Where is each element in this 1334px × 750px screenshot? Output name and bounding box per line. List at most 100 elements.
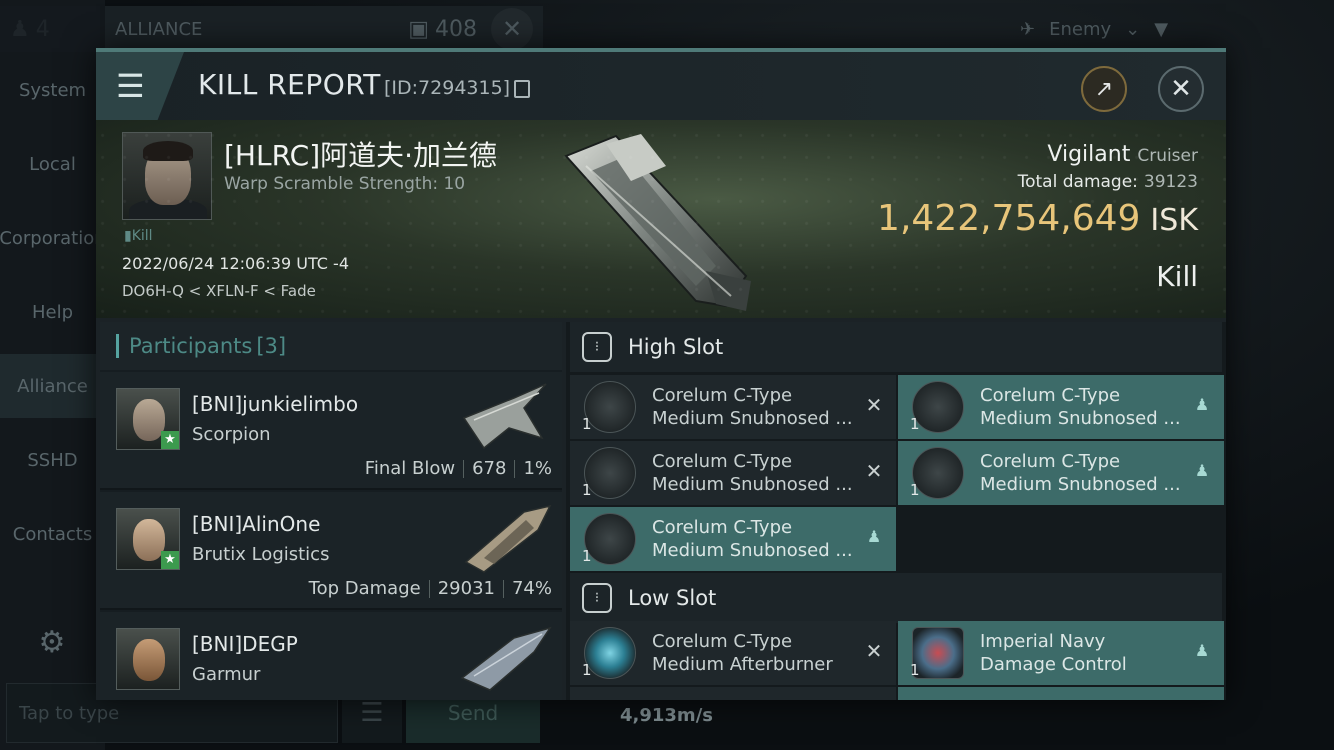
high-slot-header: ⁝ High Slot xyxy=(570,322,1222,372)
total-damage-label: Total damage: xyxy=(1017,172,1138,192)
kill-date: 2022/06/24 12:06:39 UTC -4 xyxy=(122,254,350,273)
sidebar-item-alliance[interactable]: Alliance xyxy=(0,354,105,418)
low-slot-title: Low Slot xyxy=(628,586,717,610)
module-item[interactable]: 1 Corelum C-Type Medium Snubnosed ... ✕ xyxy=(570,441,896,505)
module-qty: 1 xyxy=(582,415,592,433)
module-item-partial[interactable] xyxy=(570,687,896,700)
module-icon xyxy=(584,381,636,433)
module-item[interactable]: 1 Corelum C-Type Medium Snubnosed ... ✕ xyxy=(570,375,896,439)
sidebar-item-help[interactable]: Help xyxy=(0,280,105,344)
module-name-line2: Medium Snubnosed ... xyxy=(980,408,1181,429)
module-name: Corelum C-Type Medium Snubnosed ... xyxy=(652,516,853,562)
participant-stats: Top Damage 29031 74% xyxy=(309,578,552,599)
destroyed-icon: ✕ xyxy=(865,459,883,483)
menu-button[interactable]: ☰ xyxy=(96,52,184,120)
game-screen: ♟ 4 ALLIANCE ▣ 408 ✕ System Local Corpor… xyxy=(0,0,1334,750)
fitting-panel: ⁝ High Slot 1 Corelum C-Type Medium Snubn… xyxy=(566,322,1226,700)
victim-name[interactable]: [HLRC]阿道夫·加兰德 xyxy=(224,134,497,174)
participant-percent: 74% xyxy=(511,578,552,599)
module-icon xyxy=(584,447,636,499)
chevron-down-icon: ⌄ xyxy=(1125,18,1141,40)
module-item[interactable]: 1 Corelum C-Type Medium Snubnosed ... ♟ xyxy=(898,375,1224,439)
module-item[interactable]: 1 Corelum C-Type Medium Snubnosed ... ♟ xyxy=(570,507,896,571)
participant-row[interactable]: ★ [BNI]junkielimbo Scorpion Final Blow 6… xyxy=(100,372,562,490)
kill-tag-label: Kill xyxy=(131,228,153,244)
channel-title: ALLIANCE xyxy=(115,18,203,40)
copy-icon[interactable] xyxy=(514,80,530,98)
high-slot-title: High Slot xyxy=(628,335,724,359)
module-name-line1: Corelum C-Type xyxy=(652,451,793,472)
module-name: Corelum C-Type Medium Snubnosed ... xyxy=(652,384,853,430)
module-name-line2: Medium Snubnosed ... xyxy=(652,408,853,429)
module-name-line1: Corelum C-Type xyxy=(980,451,1121,472)
low-slot-header: ⁝ Low Slot xyxy=(570,573,1222,623)
ship-class: Cruiser xyxy=(1137,146,1198,166)
share-button[interactable]: ↗ xyxy=(1081,66,1127,112)
sidebar-item-sshd[interactable]: SSHD xyxy=(0,428,105,492)
isk-unit: ISK xyxy=(1150,203,1198,238)
participant-damage: 29031 xyxy=(437,578,495,599)
victim-subtitle: Warp Scramble Strength: 10 xyxy=(224,174,466,194)
participants-header: Participants [3] xyxy=(100,322,562,370)
module-name-line2: Medium Snubnosed ... xyxy=(652,540,853,561)
participant-role: Final Blow xyxy=(364,458,456,479)
participants-title: Participants xyxy=(129,334,253,358)
chat-sidebar: System Local Corporation Help Alliance S… xyxy=(0,0,106,750)
channel-close-button[interactable]: ✕ xyxy=(491,8,533,50)
portrait-face xyxy=(145,147,191,205)
victim-ship-type: Vigilant Cruiser xyxy=(1047,142,1198,167)
window-title: KILL REPORT xyxy=(198,68,381,101)
gear-icon[interactable]: ⚙ xyxy=(34,625,70,661)
participant-percent: 1% xyxy=(523,458,552,479)
module-name-line1: Corelum C-Type xyxy=(652,517,793,538)
victim-ship-image[interactable] xyxy=(546,126,766,316)
share-icon: ↗ xyxy=(1094,76,1114,102)
result-label: Kill xyxy=(1156,260,1198,293)
dropped-icon: ♟ xyxy=(1194,395,1210,414)
channel-count: ▣ 408 xyxy=(408,17,477,42)
participant-damage: 678 xyxy=(472,458,507,479)
module-qty: 1 xyxy=(582,661,592,679)
victim-portrait[interactable] xyxy=(122,132,212,220)
participant-row[interactable]: [BNI]DEGP Garmur xyxy=(100,612,562,700)
participant-avatar: ★ xyxy=(116,508,180,570)
participant-name: [BNI]DEGP xyxy=(192,632,298,656)
sidebar-item-contacts[interactable]: Contacts xyxy=(0,502,105,566)
sidebar-item-local[interactable]: Local xyxy=(0,132,105,196)
participant-ship: Brutix Logistics xyxy=(192,544,330,565)
module-item-partial[interactable] xyxy=(898,687,1224,700)
participant-row[interactable]: ★ [BNI]AlinOne Brutix Logistics Top Dama… xyxy=(100,492,562,610)
sidebar-item-corporation[interactable]: Corporation xyxy=(0,206,106,270)
channel-count-value: 408 xyxy=(435,16,477,42)
module-item[interactable]: 1 Corelum C-Type Medium Afterburner ✕ xyxy=(570,621,896,685)
module-item[interactable]: 1 Imperial Navy Damage Control ♟ xyxy=(898,621,1224,685)
module-name-line1: Corelum C-Type xyxy=(652,631,793,652)
module-item[interactable]: 1 Corelum C-Type Medium Snubnosed ... ♟ xyxy=(898,441,1224,505)
module-qty: 1 xyxy=(910,661,920,679)
kill-location[interactable]: DO6H-Q < XFLN-F < Fade xyxy=(122,282,316,300)
kill-report-window: ☰ KILL REPORT [ID:7294315] ↗ ✕ [HLRC]阿道夫… xyxy=(96,48,1226,700)
module-qty: 1 xyxy=(910,481,920,499)
module-name-line1: Corelum C-Type xyxy=(652,385,793,406)
dropped-icon: ♟ xyxy=(1194,641,1210,660)
module-name-line2: Damage Control xyxy=(980,654,1127,675)
module-icon xyxy=(584,513,636,565)
isk-amount: 1,422,754,649 xyxy=(877,198,1141,239)
sidebar-item-system[interactable]: System xyxy=(0,58,105,122)
module-name: Corelum C-Type Medium Afterburner xyxy=(652,630,833,676)
module-name-line1: Corelum C-Type xyxy=(980,385,1121,406)
star-icon: ★ xyxy=(161,551,179,569)
module-qty: 1 xyxy=(582,481,592,499)
overview-filter[interactable]: ✈ Enemy ⌄ ▼ xyxy=(1020,8,1320,50)
menu-icon: ☰ xyxy=(116,67,145,105)
portrait-body xyxy=(129,199,207,219)
module-name-line2: Medium Afterburner xyxy=(652,654,833,675)
module-qty: 1 xyxy=(910,415,920,433)
isk-value: 1,422,754,649 ISK xyxy=(877,198,1198,239)
close-button[interactable]: ✕ xyxy=(1158,66,1204,112)
module-name: Corelum C-Type Medium Snubnosed ... xyxy=(980,450,1181,496)
speed-readout: 4,913m/s xyxy=(620,705,713,726)
module-icon xyxy=(912,381,964,433)
filter-icon[interactable]: ▼ xyxy=(1154,19,1168,40)
participants-count: [3] xyxy=(256,334,287,358)
